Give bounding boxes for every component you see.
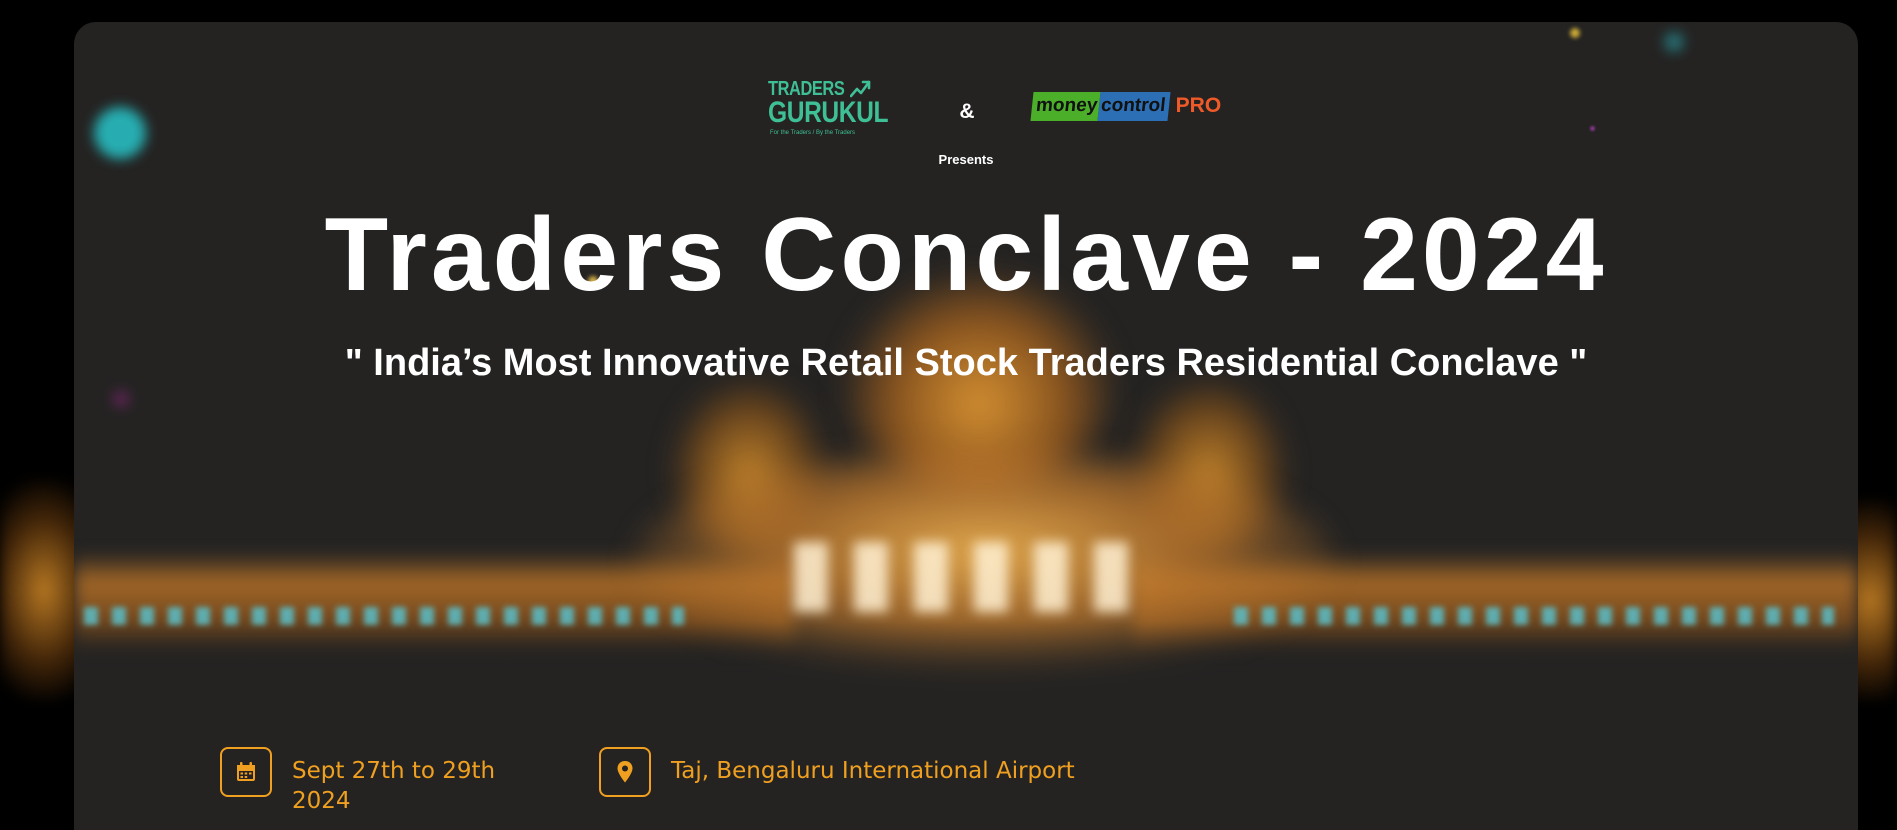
moneycontrol-pro-logo[interactable]: money control PRO — [1030, 90, 1222, 122]
presents-label: Presents — [938, 152, 994, 167]
location-pin-icon — [599, 747, 651, 797]
calendar-icon — [220, 747, 272, 797]
partner-logos: TRADERS GURUKUL For the Traders / By the… — [74, 52, 1858, 152]
page: TRADERS GURUKUL For the Traders / By the… — [0, 0, 1897, 830]
hero-card: TRADERS GURUKUL For the Traders / By the… — [74, 22, 1858, 830]
traders-gurukul-logo-line2: GURUKUL — [768, 96, 889, 129]
event-date-text: Sept 27th to 29th 2024 — [292, 758, 496, 814]
palace-tower-left — [674, 382, 824, 552]
sparkle-decoration — [1664, 32, 1684, 52]
sparkle-decoration — [112, 390, 130, 408]
event-date: Sept 27th to 29th 2024 — [220, 747, 522, 814]
moneycontrol-logo-money: money — [1030, 91, 1101, 121]
moneycontrol-logo-pro: PRO — [1175, 94, 1222, 117]
traders-gurukul-logo[interactable]: TRADERS GURUKUL For the Traders / By the… — [768, 78, 889, 142]
palace-lights-right — [1234, 607, 1834, 625]
palace-tower-right — [1134, 382, 1284, 552]
page-subtitle: " India’s Most Innovative Retail Stock T… — [344, 342, 1588, 384]
palace-center — [634, 452, 1334, 672]
palace-arches — [794, 542, 1154, 612]
palace-lights-left — [84, 607, 684, 625]
moneycontrol-logo-control: control — [1097, 91, 1172, 121]
page-title: Traders Conclave - 2024 — [324, 197, 1608, 313]
ampersand: & — [959, 100, 975, 123]
palace-wing-right — [1134, 552, 1858, 652]
event-venue-text[interactable]: Taj, Bengaluru International Airport — [671, 756, 1075, 807]
event-venue: Taj, Bengaluru International Airport — [599, 747, 1075, 807]
traders-gurukul-tagline: For the Traders / By the Traders — [770, 130, 856, 136]
palace-wing-left — [74, 552, 794, 652]
sparkle-decoration — [1570, 28, 1580, 38]
background-fade — [74, 622, 1858, 742]
